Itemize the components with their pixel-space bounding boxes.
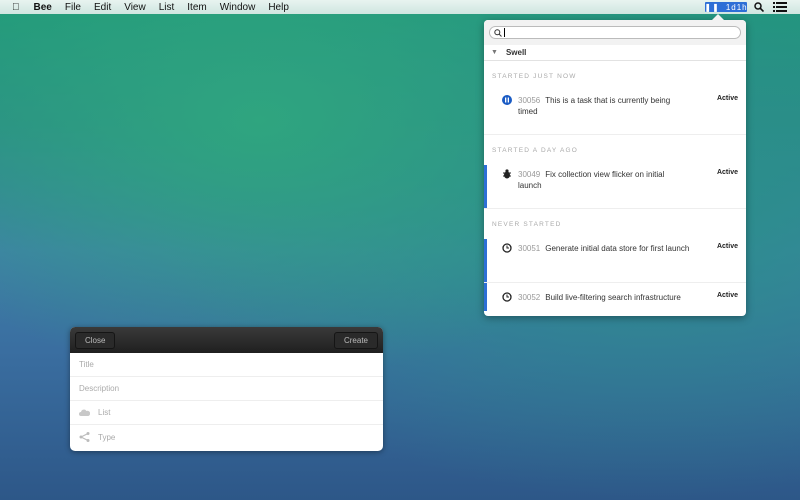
menu-file[interactable]: File	[65, 2, 81, 13]
title-field[interactable]: Title	[70, 353, 383, 377]
section-header: NEVER STARTED	[492, 220, 562, 228]
menu-edit[interactable]: Edit	[94, 2, 111, 13]
clock-icon	[502, 292, 512, 302]
menu-window[interactable]: Window	[220, 2, 256, 13]
share-icon	[79, 432, 90, 442]
close-button[interactable]: Close	[75, 331, 116, 349]
task-row[interactable]: 30051 Generate initial data store for fir…	[484, 239, 746, 283]
timer-status-item[interactable]: ❚❚ 1d1h	[704, 2, 748, 12]
apple-icon[interactable]: 	[12, 2, 20, 13]
pause-icon[interactable]	[502, 95, 512, 105]
status-badge: Active	[716, 95, 738, 102]
task-row[interactable]: 30052 Build live-filtering search infrast…	[484, 283, 746, 311]
menu-item[interactable]: Item	[187, 2, 206, 13]
description-field[interactable]: Description	[70, 377, 383, 401]
bug-icon	[503, 169, 511, 179]
spotlight-search-icon[interactable]	[754, 2, 764, 12]
status-badge: Active	[716, 169, 738, 176]
tasks-popover: ▼ Swell STARTED JUST NOW 30056 This is a t…	[484, 14, 746, 316]
task-row[interactable]: 30056 This is a task that is currently be…	[484, 91, 746, 135]
timer-label: 1d1h	[725, 2, 748, 12]
section-header: STARTED JUST NOW	[492, 72, 577, 80]
search-input[interactable]	[489, 26, 741, 39]
menu-view[interactable]: View	[124, 2, 146, 13]
section-header: STARTED A DAY AGO	[492, 146, 579, 154]
clock-icon	[502, 243, 512, 253]
notification-center-icon[interactable]	[773, 2, 787, 12]
type-field[interactable]: Type	[70, 425, 383, 449]
new-task-form: Close Create Title Description List Type	[70, 327, 383, 451]
group-swell[interactable]: ▼ Swell	[484, 45, 746, 61]
menu-app[interactable]: Bee	[34, 2, 52, 13]
create-button[interactable]: Create	[333, 331, 378, 349]
disclosure-triangle-icon[interactable]: ▼	[491, 49, 498, 56]
cloud-icon	[79, 409, 90, 416]
menu-bar:  Bee File Edit View List Item Window He…	[0, 0, 800, 14]
menu-help[interactable]: Help	[268, 2, 289, 13]
search-icon	[494, 28, 502, 37]
status-badge: Active	[716, 292, 738, 299]
menu-list[interactable]: List	[159, 2, 175, 13]
list-field[interactable]: List	[70, 401, 383, 425]
task-row[interactable]: 30049 Fix collection view flicker on init…	[484, 165, 746, 209]
status-badge: Active	[716, 243, 738, 250]
pause-icon: ❚❚	[704, 2, 720, 12]
